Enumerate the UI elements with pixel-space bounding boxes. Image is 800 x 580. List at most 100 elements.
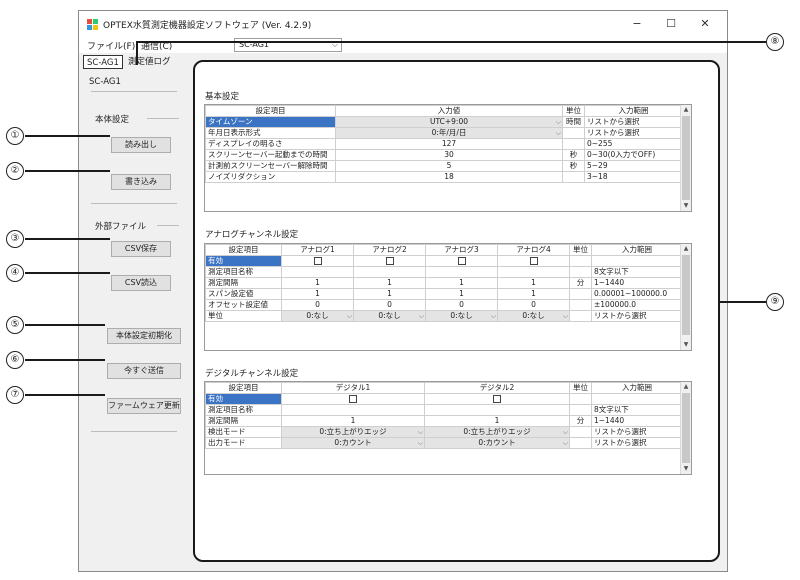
leader-line — [25, 135, 110, 137]
analog1-span-input[interactable]: 1 — [281, 288, 354, 300]
digital1-output-mode-select[interactable]: 0:カウント ⌵ — [281, 437, 425, 449]
table-row[interactable]: ノイズリダクション 18 3~18 — [205, 171, 683, 183]
screensaver-time-input[interactable]: 30 — [335, 149, 563, 161]
digital1-enable-checkbox[interactable] — [281, 393, 425, 405]
table-row[interactable]: 計測前スクリーンセーバー解除時間 5 秒 5~29 — [205, 160, 683, 172]
table-row[interactable]: 検出モード 0:立ち上がりエッジ ⌵ 0:立ち上がりエッジ ⌵ リストから選択 — [205, 426, 683, 438]
analog4-span-input[interactable]: 1 — [497, 288, 570, 300]
analog2-interval-input[interactable]: 1 — [353, 277, 426, 289]
scroll-down-icon[interactable]: ▼ — [681, 340, 691, 350]
chevron-down-icon: ⌵ — [555, 118, 561, 126]
brightness-input[interactable]: 127 — [335, 138, 563, 150]
vertical-scrollbar[interactable]: ▲ ▼ — [680, 382, 691, 474]
firmware-update-button[interactable]: ファームウェア更新 — [107, 398, 181, 414]
row-label[interactable]: 有効 — [205, 393, 282, 405]
scroll-thumb[interactable] — [682, 255, 690, 335]
callout-8: ⑧ — [766, 33, 784, 51]
scroll-down-icon[interactable]: ▼ — [681, 201, 691, 211]
menu-file[interactable]: ファイル(F) — [87, 39, 135, 52]
analog1-enable-checkbox[interactable] — [281, 255, 354, 267]
analog3-span-input[interactable]: 1 — [425, 288, 498, 300]
vertical-scrollbar[interactable]: ▲ ▼ — [680, 244, 691, 350]
column-header: アナログ3 — [425, 244, 498, 256]
screensaver-release-input[interactable]: 5 — [335, 160, 563, 172]
row-label[interactable]: 有効 — [205, 255, 282, 267]
table-row[interactable]: 測定間隔 1 1 分 1~1440 — [205, 415, 683, 427]
app-icon — [87, 19, 98, 30]
table-row[interactable]: ディスプレイの明るさ 127 0~255 — [205, 138, 683, 150]
init-settings-button[interactable]: 本体設定初期化 — [107, 328, 181, 344]
vertical-scrollbar[interactable]: ▲ ▼ — [680, 105, 691, 211]
analog1-name-input[interactable] — [281, 266, 354, 278]
unit-cell — [569, 393, 592, 405]
analog4-name-input[interactable] — [497, 266, 570, 278]
table-row[interactable]: 年月日表示形式 0:年/月/日 ⌵ リストから選択 — [205, 127, 683, 139]
analog4-interval-input[interactable]: 1 — [497, 277, 570, 289]
column-header: 入力範囲 — [591, 244, 683, 256]
scroll-up-icon[interactable]: ▲ — [681, 382, 691, 392]
table-row[interactable]: 有効 — [205, 393, 683, 405]
table-row[interactable]: 単位 0:なし ⌵ 0:なし ⌵ 0:なし ⌵ 0:なし ⌵ リストから選択 — [205, 310, 683, 322]
chevron-down-icon: ⌵ — [555, 129, 561, 137]
window-title: OPTEX水質測定機器設定ソフトウェア (Ver. 4.2.9) — [103, 21, 312, 31]
analog3-enable-checkbox[interactable] — [425, 255, 498, 267]
analog4-enable-checkbox[interactable] — [497, 255, 570, 267]
digital2-detect-mode-select[interactable]: 0:立ち上がりエッジ ⌵ — [424, 426, 570, 438]
digital2-interval-input[interactable]: 1 — [424, 415, 570, 427]
column-header: デジタル1 — [281, 382, 425, 394]
digital2-name-input[interactable] — [424, 404, 570, 416]
analog1-interval-input[interactable]: 1 — [281, 277, 354, 289]
table-row[interactable]: スクリーンセーバー起動までの時間 30 秒 0~30(0入力でOFF) — [205, 149, 683, 161]
write-button[interactable]: 書き込み — [111, 174, 171, 190]
table-row[interactable]: 有効 — [205, 255, 683, 267]
minimize-button[interactable]: − — [625, 15, 649, 33]
scroll-thumb[interactable] — [682, 393, 690, 463]
timezone-select[interactable]: UTC+9:00 ⌵ — [335, 116, 563, 128]
analog2-span-input[interactable]: 1 — [353, 288, 426, 300]
digital1-name-input[interactable] — [281, 404, 425, 416]
analog4-offset-input[interactable]: 0 — [497, 299, 570, 311]
noise-reduction-input[interactable]: 18 — [335, 171, 563, 183]
scroll-thumb[interactable] — [682, 116, 690, 200]
table-row[interactable]: 測定項目名称 8文字以下 — [205, 404, 683, 416]
analog1-unit-select[interactable]: 0:なし ⌵ — [281, 310, 354, 322]
read-button[interactable]: 読み出し — [111, 137, 171, 153]
column-header: 単位 — [562, 105, 585, 117]
table-row[interactable]: 測定項目名称 8文字以下 — [205, 266, 683, 278]
table-row[interactable]: 測定間隔 1 1 1 1 分 1~1440 — [205, 277, 683, 289]
analog2-offset-input[interactable]: 0 — [353, 299, 426, 311]
tab-device[interactable]: SC-AG1 — [83, 55, 123, 69]
row-label[interactable]: タイムゾーン — [205, 116, 336, 128]
unit-cell — [569, 310, 592, 322]
digital1-interval-input[interactable]: 1 — [281, 415, 425, 427]
analog2-unit-select[interactable]: 0:なし ⌵ — [353, 310, 426, 322]
csv-load-button[interactable]: CSV読込 — [111, 275, 171, 291]
scroll-down-icon[interactable]: ▼ — [681, 464, 691, 474]
checkbox-icon — [529, 257, 538, 265]
analog1-offset-input[interactable]: 0 — [281, 299, 354, 311]
analog2-name-input[interactable] — [353, 266, 426, 278]
scroll-up-icon[interactable]: ▲ — [681, 244, 691, 254]
digital2-output-mode-select[interactable]: 0:カウント ⌵ — [424, 437, 570, 449]
table-row[interactable]: 出力モード 0:カウント ⌵ 0:カウント ⌵ リストから選択 — [205, 437, 683, 449]
table-row[interactable]: タイムゾーン UTC+9:00 ⌵ 時間 リストから選択 — [205, 116, 683, 128]
analog3-offset-input[interactable]: 0 — [425, 299, 498, 311]
tab-measurement-log[interactable]: 測定値ログ — [125, 55, 174, 69]
csv-save-button[interactable]: CSV保存 — [111, 241, 171, 257]
digital2-enable-checkbox[interactable] — [424, 393, 570, 405]
analog2-enable-checkbox[interactable] — [353, 255, 426, 267]
maximize-button[interactable]: ☐ — [659, 15, 683, 33]
chevron-down-icon: ⌵ — [418, 312, 424, 320]
table-row[interactable]: スパン設定値 1 1 1 1 0.00001~100000.0 — [205, 288, 683, 300]
analog3-unit-select[interactable]: 0:なし ⌵ — [425, 310, 498, 322]
analog3-interval-input[interactable]: 1 — [425, 277, 498, 289]
analog3-name-input[interactable] — [425, 266, 498, 278]
column-header: 入力範囲 — [591, 382, 683, 394]
digital1-detect-mode-select[interactable]: 0:立ち上がりエッジ ⌵ — [281, 426, 425, 438]
date-format-select[interactable]: 0:年/月/日 ⌵ — [335, 127, 563, 139]
close-button[interactable]: ✕ — [693, 15, 717, 33]
analog4-unit-select[interactable]: 0:なし ⌵ — [497, 310, 570, 322]
send-now-button[interactable]: 今すぐ送信 — [107, 363, 181, 379]
table-row[interactable]: オフセット設定値 0 0 0 0 ±100000.0 — [205, 299, 683, 311]
scroll-up-icon[interactable]: ▲ — [681, 105, 691, 115]
